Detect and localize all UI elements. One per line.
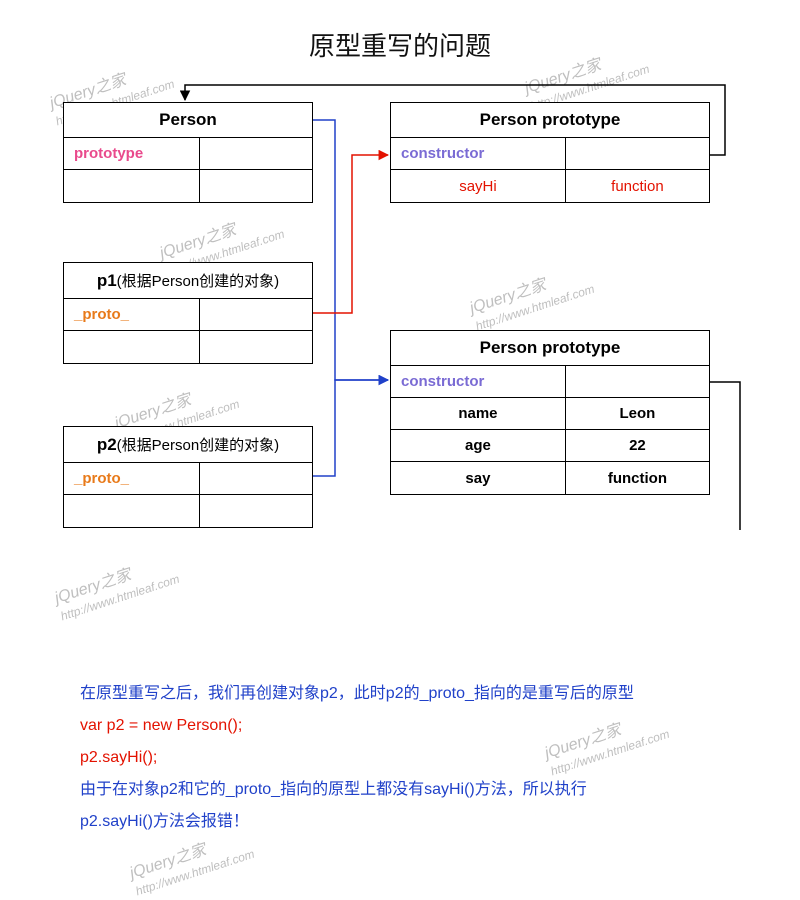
box-header: Person prototype — [391, 103, 709, 138]
cell-value: 22 — [566, 430, 709, 462]
arrow-p2-to-proto2 — [313, 380, 388, 476]
table-row — [64, 495, 312, 527]
note-line: var p2 = new Person(); — [80, 710, 730, 742]
box-header: Person — [64, 103, 312, 138]
cell-key — [64, 331, 200, 363]
cell-value — [566, 138, 709, 170]
cell-key: age — [391, 430, 566, 462]
table-row: _proto_ — [64, 463, 312, 495]
watermark: jQuery之家http://www.htmleaf.com — [52, 552, 181, 625]
box-p1: p1(根据Person创建的对象) _proto_ — [63, 262, 313, 364]
arrow-proto2-constructor-loop — [710, 382, 740, 530]
cell-key: constructor — [391, 138, 566, 170]
diagram-title: 原型重写的问题 — [0, 26, 800, 63]
table-row: sayHi function — [391, 170, 709, 202]
box-person-prototype-2: Person prototype constructor name Leon a… — [390, 330, 710, 495]
header-sub: (根据Person创建的对象) — [117, 273, 280, 290]
cell-key: say — [391, 462, 566, 494]
table-row: constructor — [391, 138, 709, 170]
cell-key: sayHi — [391, 170, 566, 202]
arrow-p1-to-proto1 — [313, 155, 388, 313]
cell-value — [200, 495, 312, 527]
arrow-person-to-proto1 — [313, 120, 388, 380]
watermark: jQuery之家http://www.htmleaf.com — [467, 262, 596, 335]
cell-value — [200, 463, 312, 495]
cell-key: _proto_ — [64, 463, 200, 495]
cell-value — [200, 170, 312, 202]
table-row: constructor — [391, 366, 709, 398]
table-row: name Leon — [391, 398, 709, 430]
table-row: age 22 — [391, 430, 709, 462]
note-line: 在原型重写之后，我们再创建对象p2，此时p2的_proto_指向的是重写后的原型 — [80, 678, 730, 710]
note-line: 由于在对象p2和它的_proto_指向的原型上都没有sayHi()方法，所以执行 — [80, 774, 730, 806]
box-p2: p2(根据Person创建的对象) _proto_ — [63, 426, 313, 528]
table-row — [64, 170, 312, 202]
box-header: p2(根据Person创建的对象) — [64, 427, 312, 463]
cell-key — [64, 495, 200, 527]
table-row: _proto_ — [64, 299, 312, 331]
cell-key: constructor — [391, 366, 566, 398]
table-row: prototype — [64, 138, 312, 170]
header-prefix: p1 — [97, 271, 117, 290]
cell-key — [64, 170, 200, 202]
box-person-prototype-1: Person prototype constructor sayHi funct… — [390, 102, 710, 203]
diagram-canvas: 原型重写的问题 jQuery之家http://www.htmleaf.com j… — [0, 0, 800, 900]
box-header: Person prototype — [391, 331, 709, 366]
header-sub: (根据Person创建的对象) — [117, 437, 280, 454]
cell-value — [200, 331, 312, 363]
cell-key: name — [391, 398, 566, 430]
cell-value — [566, 366, 709, 398]
note-line: p2.sayHi()方法会报错！ — [80, 806, 730, 838]
cell-value — [200, 299, 312, 331]
header-prefix: p2 — [97, 435, 117, 454]
table-row — [64, 331, 312, 363]
box-header: p1(根据Person创建的对象) — [64, 263, 312, 299]
cell-value: function — [566, 170, 709, 202]
cell-key: _proto_ — [64, 299, 200, 331]
note-line: p2.sayHi(); — [80, 742, 730, 774]
cell-value — [200, 138, 312, 170]
cell-value: function — [566, 462, 709, 494]
cell-value: Leon — [566, 398, 709, 430]
cell-key: prototype — [64, 138, 200, 170]
box-person: Person prototype — [63, 102, 313, 203]
table-row: say function — [391, 462, 709, 494]
explanation-text: 在原型重写之后，我们再创建对象p2，此时p2的_proto_指向的是重写后的原型… — [80, 678, 730, 838]
